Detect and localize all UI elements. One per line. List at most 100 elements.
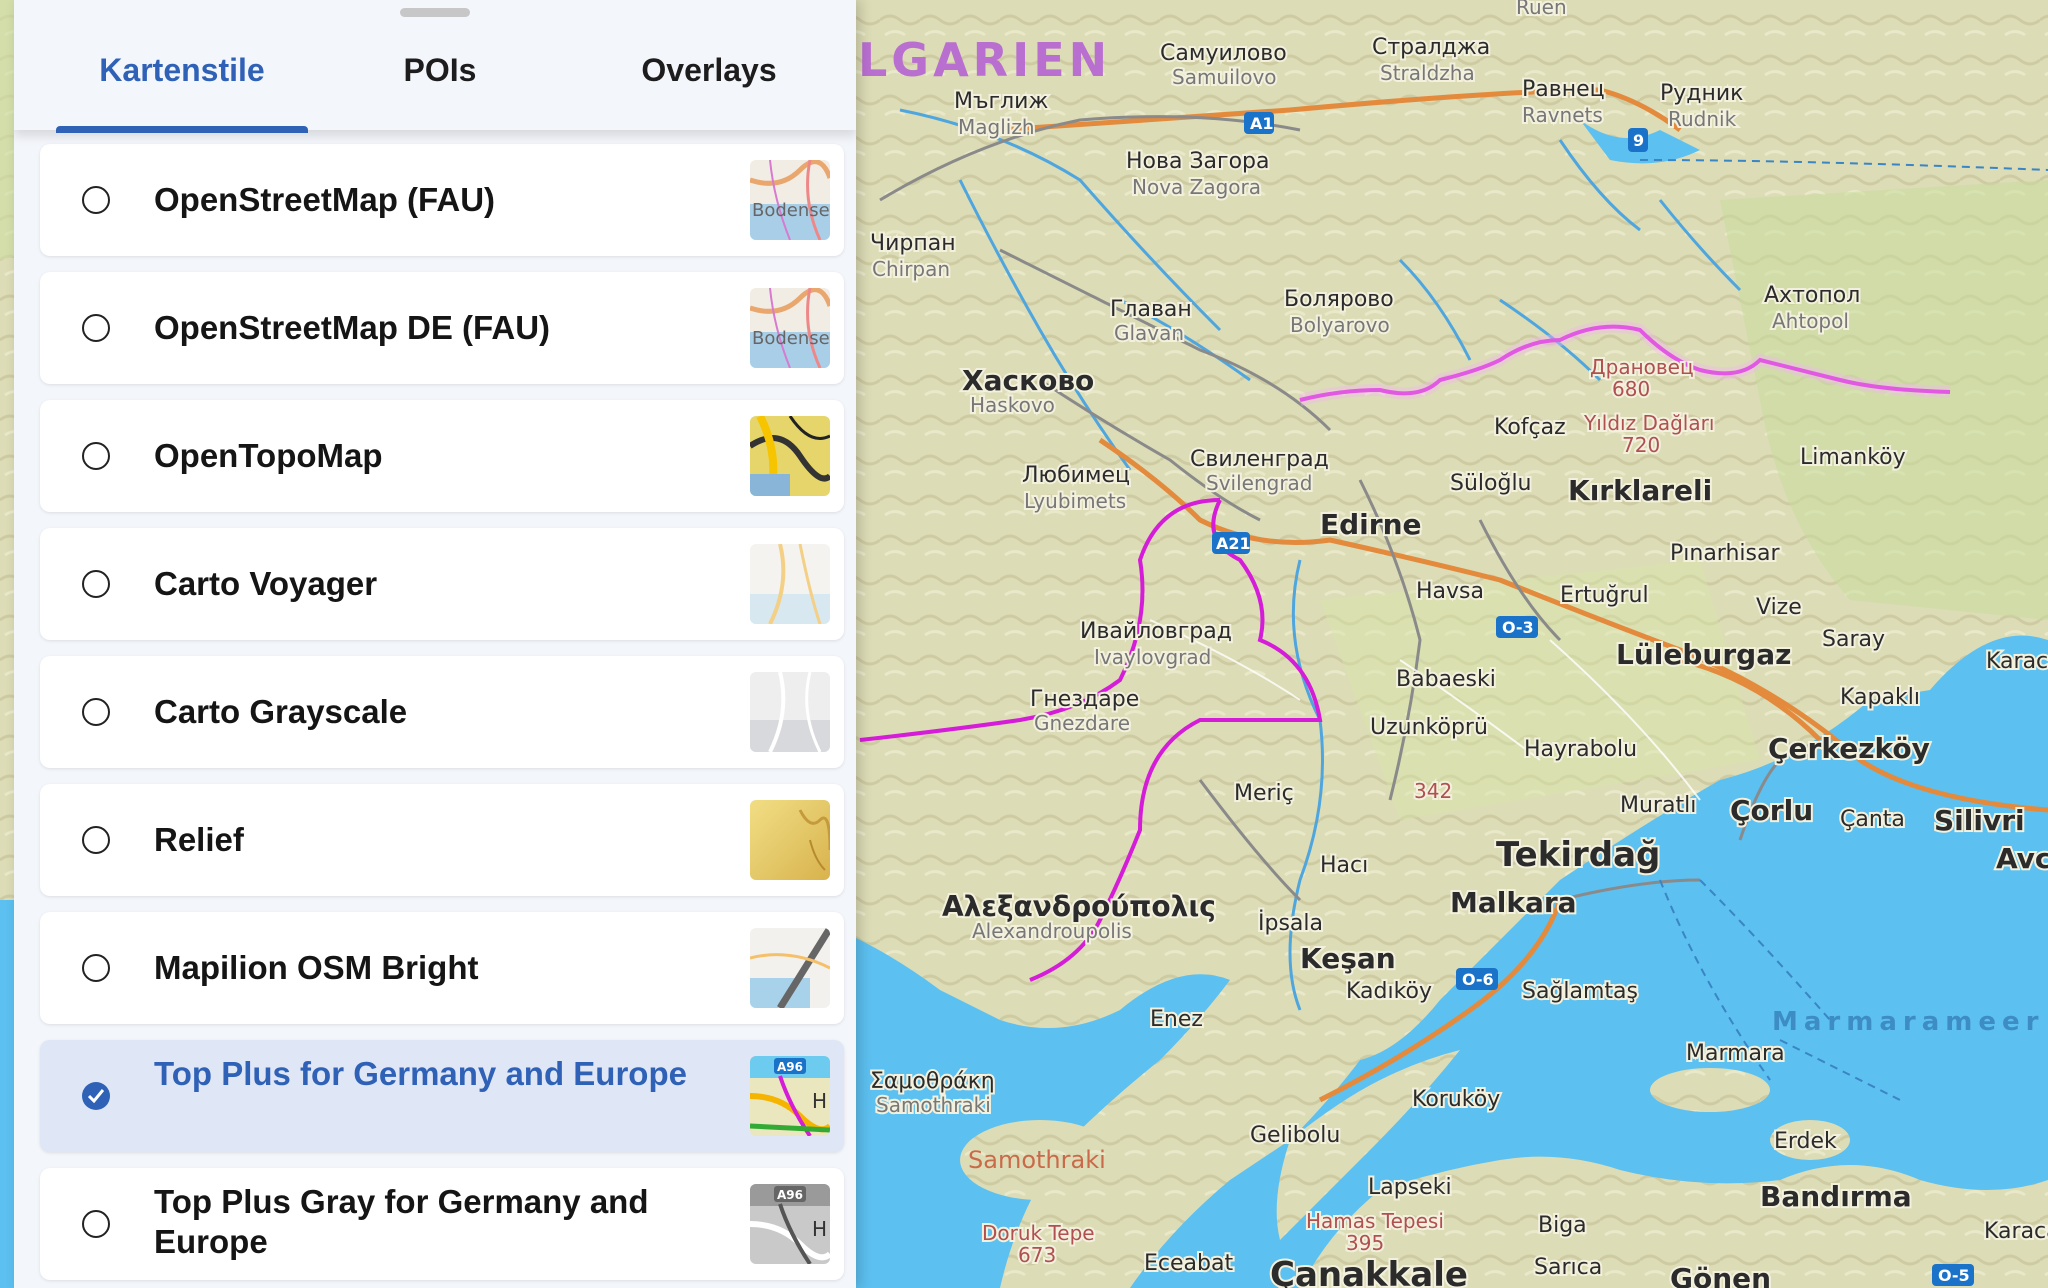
svg-text:Гнездаре: Гнездаре	[1030, 687, 1139, 712]
svg-text:H: H	[812, 1217, 827, 1241]
svg-text:Sağlamtaş: Sağlamtaş	[1522, 979, 1638, 1004]
svg-text:Драновец: Драновец	[1590, 355, 1694, 379]
svg-text:Rudnik: Rudnik	[1668, 107, 1737, 131]
svg-text:O-5: O-5	[1938, 1266, 1970, 1285]
svg-text:Eceabat: Eceabat	[1144, 1251, 1233, 1276]
svg-text:Keşan: Keşan	[1300, 942, 1396, 975]
svg-text:Kapaklı: Kapaklı	[1840, 685, 1920, 710]
svg-text:Alexandroupolis: Alexandroupolis	[972, 919, 1132, 943]
svg-text:Edirne: Edirne	[1320, 508, 1422, 541]
svg-text:Chirpan: Chirpan	[872, 257, 950, 281]
svg-text:Karac: Karac	[1986, 649, 2048, 674]
svg-text:Yıldız Dağları: Yıldız Dağları	[1583, 411, 1714, 435]
map-style-thumbnail	[750, 544, 830, 624]
map-style-label: OpenStreetMap (FAU)	[154, 181, 496, 218]
svg-text:Lyubimets: Lyubimets	[1024, 489, 1126, 513]
svg-text:A96: A96	[777, 1060, 803, 1074]
svg-text:Muratlı: Muratlı	[1620, 793, 1696, 818]
svg-text:673: 673	[1018, 1243, 1056, 1267]
svg-text:Gnezdare: Gnezdare	[1034, 711, 1130, 735]
svg-text:Silivri: Silivri	[1934, 804, 2025, 837]
drag-handle[interactable]	[400, 8, 470, 17]
map-style-item[interactable]: Relief	[40, 784, 844, 896]
radio-unchecked-icon[interactable]	[82, 314, 110, 342]
svg-text:Pınarhisar: Pınarhisar	[1670, 541, 1780, 566]
svg-text:Saray: Saray	[1822, 627, 1885, 652]
svg-text:Σαμοθράκη: Σαμοθράκη	[870, 1069, 995, 1094]
svg-text:Lüleburgaz: Lüleburgaz	[1616, 638, 1791, 671]
svg-text:9: 9	[1633, 131, 1644, 150]
svg-text:Hayrabolu: Hayrabolu	[1524, 737, 1637, 762]
radio-unchecked-icon[interactable]	[82, 826, 110, 854]
active-tab-indicator	[56, 126, 308, 133]
map-style-item[interactable]: Carto Grayscale	[40, 656, 844, 768]
svg-text:Болярово: Болярово	[1284, 287, 1394, 312]
svg-text:Мъглиж: Мъглиж	[954, 89, 1048, 114]
svg-text:Samothraki: Samothraki	[876, 1093, 991, 1117]
tab-kartenstile[interactable]: Kartenstile	[56, 52, 308, 92]
svg-text:Bolyarovo: Bolyarovo	[1290, 313, 1390, 337]
svg-text:Свиленград: Свиленград	[1190, 447, 1329, 472]
map-style-item[interactable]: OpenStreetMap (FAU) Bodense	[40, 144, 844, 256]
svg-text:Meriç: Meriç	[1234, 781, 1294, 806]
svg-text:Нова Загора: Нова Загора	[1126, 149, 1270, 174]
radio-unchecked-icon[interactable]	[82, 570, 110, 598]
map-style-item[interactable]: OpenTopoMap	[40, 400, 844, 512]
map-style-label: Top Plus Gray for Germany and Europe	[154, 1183, 649, 1260]
svg-text:Самуилово: Самуилово	[1160, 41, 1287, 66]
svg-text:Стралджа: Стралджа	[1372, 35, 1490, 60]
svg-text:Samuilovo: Samuilovo	[1172, 65, 1277, 89]
svg-text:Çorlu: Çorlu	[1730, 794, 1813, 827]
radio-unchecked-icon[interactable]	[82, 954, 110, 982]
map-style-label: Carto Grayscale	[154, 693, 408, 730]
svg-text:Nova Zagora: Nova Zagora	[1132, 175, 1261, 199]
svg-text:Havsa: Havsa	[1416, 579, 1484, 604]
map-style-thumbnail: A96 H	[750, 1056, 830, 1136]
svg-text:Samothraki: Samothraki	[968, 1146, 1106, 1174]
map-style-thumbnail	[750, 672, 830, 752]
svg-text:Ахтопол: Ахтопол	[1764, 283, 1860, 308]
svg-text:Biga: Biga	[1538, 1213, 1587, 1238]
svg-text:Çerkezköy: Çerkezköy	[1768, 732, 1930, 765]
svg-text:Bodense: Bodense	[752, 200, 830, 221]
svg-text:Svilengrad: Svilengrad	[1206, 471, 1313, 495]
svg-text:Ивайловград: Ивайловград	[1080, 619, 1232, 644]
radio-checked-icon[interactable]	[82, 1082, 110, 1110]
svg-text:395: 395	[1346, 1231, 1384, 1255]
svg-text:Marmarameer: Marmarameer	[1772, 1007, 2044, 1037]
map-style-thumbnail: Bodense	[750, 160, 830, 240]
map-style-item[interactable]: OpenStreetMap DE (FAU) Bodense	[40, 272, 844, 384]
radio-unchecked-icon[interactable]	[82, 1210, 110, 1238]
svg-text:Doruk Tepe: Doruk Tepe	[982, 1221, 1095, 1245]
map-style-item[interactable]: Top Plus for Germany and Europe A96 H	[40, 1040, 844, 1152]
radio-unchecked-icon[interactable]	[82, 698, 110, 726]
svg-text:Главан: Главан	[1110, 297, 1192, 322]
svg-text:Glavan: Glavan	[1114, 321, 1184, 345]
svg-text:Limanköy: Limanköy	[1800, 445, 1906, 470]
map-style-item[interactable]: Mapilion OSM Bright	[40, 912, 844, 1024]
svg-text:Çanta: Çanta	[1840, 807, 1905, 832]
tab-pois[interactable]: POIs	[314, 52, 566, 92]
svg-text:Karaca: Karaca	[1984, 1219, 2048, 1244]
svg-text:Ivaylovgrad: Ivaylovgrad	[1094, 645, 1211, 669]
svg-text:Bodense: Bodense	[752, 328, 830, 349]
map-style-label: OpenStreetMap DE (FAU)	[154, 309, 551, 346]
radio-unchecked-icon[interactable]	[82, 186, 110, 214]
svg-text:Sarıca: Sarıca	[1534, 1255, 1602, 1280]
map-style-item[interactable]: Carto Voyager	[40, 528, 844, 640]
svg-text:Marmara: Marmara	[1686, 1041, 1785, 1066]
svg-text:Kadıköy: Kadıköy	[1346, 979, 1432, 1004]
svg-text:Koruköy: Koruköy	[1412, 1087, 1500, 1112]
svg-text:Hacı: Hacı	[1320, 853, 1368, 878]
radio-unchecked-icon[interactable]	[82, 442, 110, 470]
map-style-thumbnail: A96 H	[750, 1184, 830, 1264]
map-style-item[interactable]: Top Plus Gray for Germany and Europe A96 H	[40, 1168, 844, 1280]
svg-text:720: 720	[1622, 433, 1660, 457]
svg-text:Avcı: Avcı	[1996, 842, 2048, 875]
svg-text:Любимец: Любимец	[1022, 463, 1130, 488]
map-style-thumbnail	[750, 416, 830, 496]
svg-text:Ahtopol: Ahtopol	[1772, 309, 1849, 333]
tab-overlays[interactable]: Overlays	[570, 52, 848, 92]
svg-text:Süloğlu: Süloğlu	[1450, 471, 1532, 496]
svg-text:A1: A1	[1250, 114, 1274, 133]
